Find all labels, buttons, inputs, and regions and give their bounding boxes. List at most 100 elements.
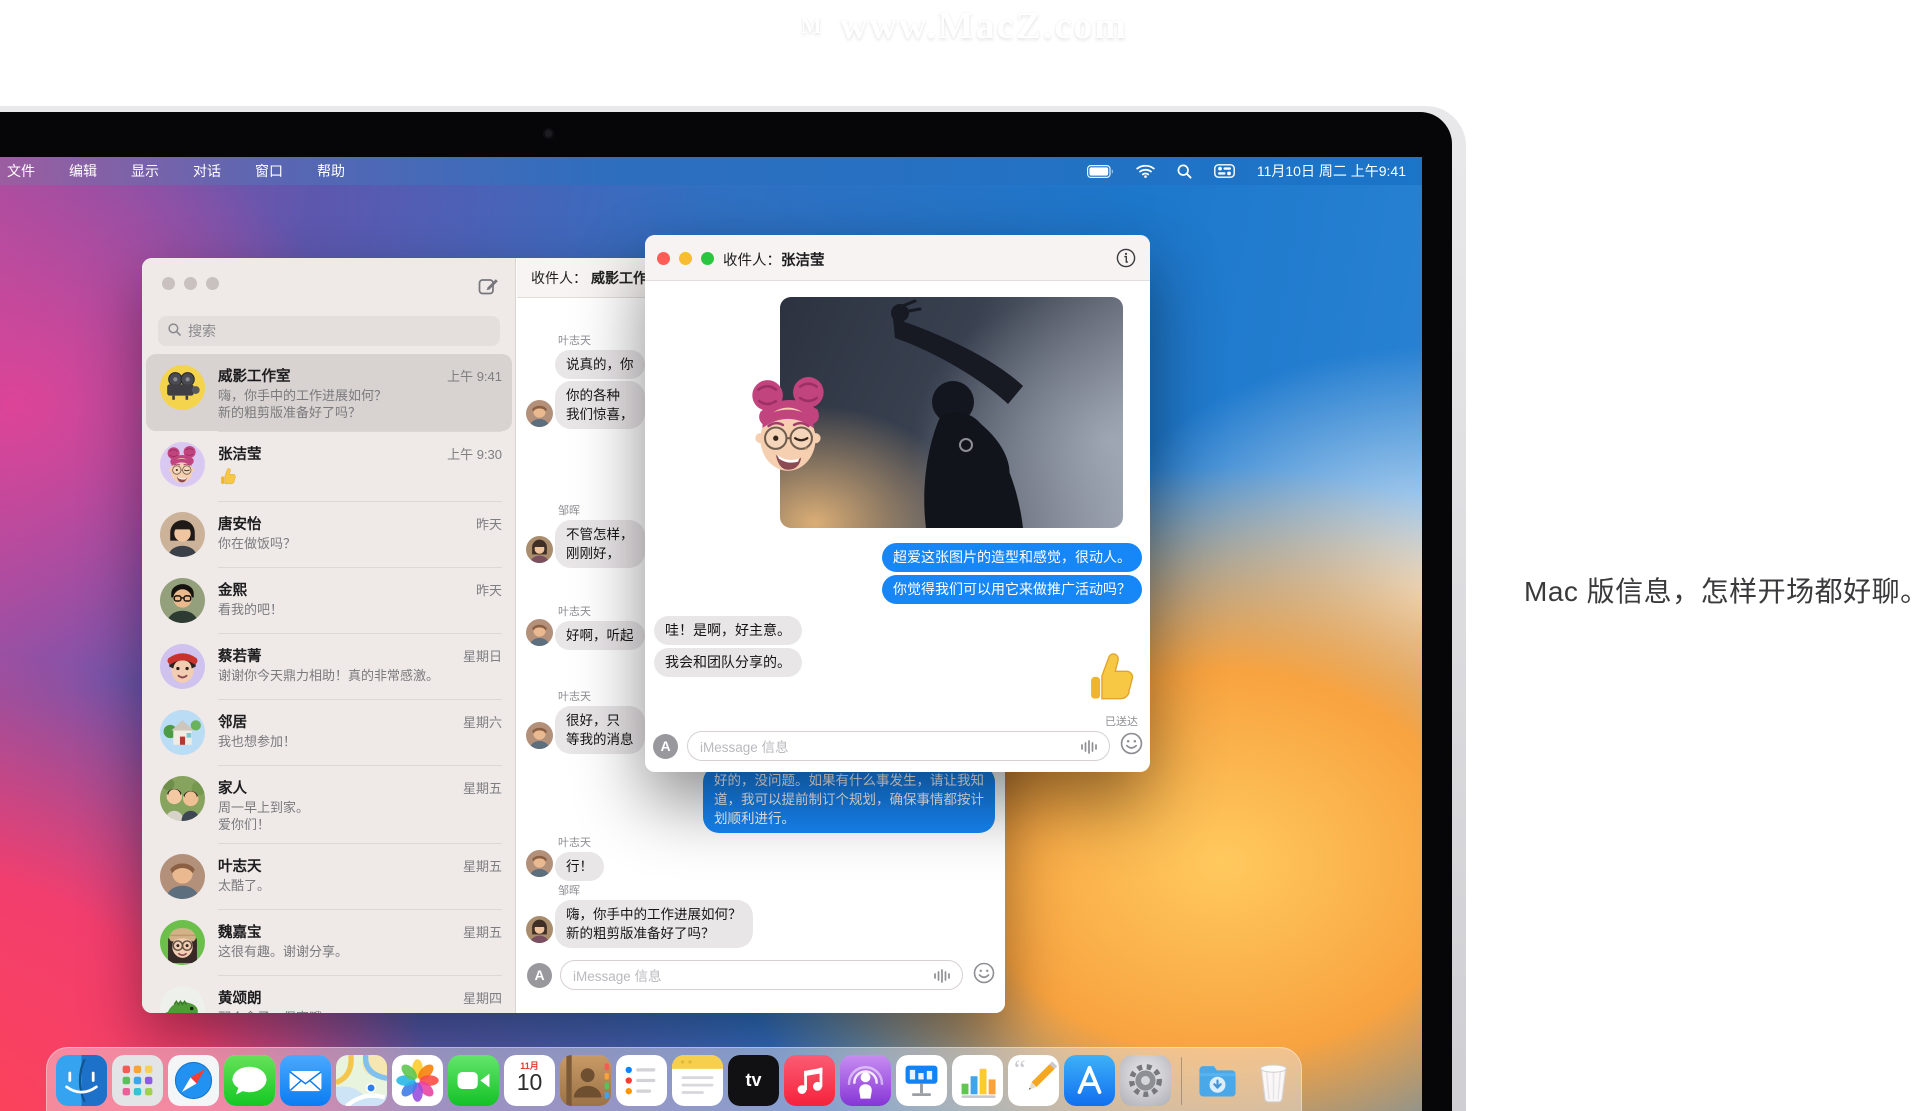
dock: 11月10 tv “ bbox=[46, 1047, 1302, 1111]
conversation-row[interactable]: 家人星期五周一早上到家。 爱你们！ bbox=[146, 765, 512, 843]
dock-item-settings[interactable] bbox=[1120, 1055, 1171, 1106]
watermark: M www.MacZ.com bbox=[0, 4, 1920, 48]
dock-item-contacts[interactable] bbox=[560, 1055, 611, 1106]
dock-item-numbers[interactable] bbox=[952, 1055, 1003, 1106]
message-group: 超爱这张图片的造型和感觉，很动人。 bbox=[882, 543, 1142, 572]
info-button[interactable] bbox=[1116, 248, 1136, 273]
menu-file[interactable]: 文件 bbox=[0, 161, 52, 181]
dock-item-mail[interactable] bbox=[280, 1055, 331, 1106]
dock-item-tv[interactable]: tv bbox=[728, 1055, 779, 1106]
new-message-button[interactable] bbox=[478, 276, 499, 302]
conversation-name: 叶志天 bbox=[218, 855, 262, 876]
dock-item-facetime[interactable] bbox=[448, 1055, 499, 1106]
conversation-text: 邻居星期六我也想参加！ bbox=[218, 699, 502, 755]
photo-man-avatar bbox=[160, 854, 205, 899]
message-group: 我会和团队分享的。 bbox=[654, 648, 802, 677]
avatar bbox=[526, 722, 553, 749]
message-input[interactable]: iMessage 信息 bbox=[687, 731, 1110, 761]
conversation-row[interactable]: 魏嘉宝星期五这很有趣。谢谢分享。 bbox=[146, 909, 512, 975]
conversation-time: 上午 9:41 bbox=[447, 366, 502, 385]
minimize-button[interactable] bbox=[679, 252, 692, 265]
app-store-apps-button[interactable]: A bbox=[653, 734, 678, 759]
compose-chat-window: 收件人：张洁莹 超爱这张图片的造型和感觉，很动人。 你觉得我们可以用它来做推广活… bbox=[645, 235, 1150, 772]
conversation-text: 唐安怡昨天你在做饭吗？ bbox=[218, 501, 502, 557]
conversation-time: 星期四 bbox=[463, 988, 502, 1007]
conversation-row[interactable]: 叶志天星期五太酷了。 bbox=[146, 843, 512, 909]
dock-item-notes[interactable] bbox=[672, 1055, 723, 1106]
sender-label: 叶志天 bbox=[558, 332, 645, 348]
memoji-beret-avatar bbox=[160, 644, 205, 689]
thumbs-up-icon bbox=[218, 465, 502, 491]
photo-attachment[interactable] bbox=[780, 297, 1123, 528]
dock-item-music[interactable] bbox=[784, 1055, 835, 1106]
dock-item-calendar[interactable]: 11月10 bbox=[504, 1055, 555, 1106]
conversation-text: 家人星期五周一早上到家。 爱你们！ bbox=[218, 765, 502, 833]
conversation-row[interactable]: 唐安怡昨天你在做饭吗？ bbox=[146, 501, 512, 567]
menu-edit[interactable]: 编辑 bbox=[52, 161, 114, 181]
zoom-button[interactable] bbox=[206, 277, 219, 290]
close-button[interactable] bbox=[657, 252, 670, 265]
sidebar-toolbar bbox=[142, 258, 515, 316]
dock-item-launchpad[interactable] bbox=[112, 1055, 163, 1106]
conversation-time: 星期五 bbox=[463, 922, 502, 941]
close-button[interactable] bbox=[162, 277, 175, 290]
menu-window[interactable]: 窗口 bbox=[238, 161, 300, 181]
emoji-picker-button[interactable] bbox=[973, 962, 995, 989]
menu-view[interactable]: 显示 bbox=[114, 161, 176, 181]
dock-item-maps[interactable] bbox=[336, 1055, 387, 1106]
input-placeholder: iMessage 信息 bbox=[700, 736, 789, 756]
spotlight-search-icon[interactable] bbox=[1177, 164, 1192, 179]
app-store-apps-button[interactable]: A bbox=[527, 963, 552, 988]
search-field[interactable]: 搜索 bbox=[158, 316, 500, 346]
conversation-row[interactable]: 黄颂朗 星期四那个盒子，保密哦。 bbox=[146, 975, 512, 1013]
conversation-row[interactable]: 张洁莹上午 9:30 bbox=[146, 431, 512, 501]
conversation-preview: 你在做饭吗？ bbox=[218, 535, 502, 552]
menu-bar-clock[interactable]: 11月10日 周二 上午9:41 bbox=[1257, 161, 1406, 181]
dock-item-reminders[interactable] bbox=[616, 1055, 667, 1106]
menu-conversation[interactable]: 对话 bbox=[176, 161, 238, 181]
conversation-name: 黄颂朗 bbox=[218, 987, 262, 1008]
conversation-time: 星期六 bbox=[463, 712, 502, 731]
audio-waveform-icon[interactable] bbox=[933, 968, 950, 987]
dock-item-photos[interactable] bbox=[392, 1055, 443, 1106]
memoji-beanie-avatar bbox=[160, 920, 205, 965]
emoji-picker-button[interactable] bbox=[1120, 732, 1143, 760]
message-bubble: 不管怎样， 刚刚好， bbox=[555, 520, 645, 568]
audio-waveform-icon[interactable] bbox=[1080, 739, 1097, 758]
conversation-preview: 那个盒子，保密哦。 bbox=[218, 1009, 502, 1013]
compose-titlebar: 收件人：张洁莹 bbox=[645, 235, 1150, 281]
dock-item-pages[interactable]: “ bbox=[1008, 1055, 1059, 1106]
zoom-button[interactable] bbox=[701, 252, 714, 265]
search-icon bbox=[168, 323, 181, 339]
dancer-silhouette bbox=[780, 297, 1123, 528]
dock-item-messages[interactable] bbox=[224, 1055, 275, 1106]
conversation-row[interactable]: 蔡若菁星期日谢谢你今天鼎力相助！真的非常感激。 bbox=[146, 633, 512, 699]
dock-item-trash[interactable] bbox=[1248, 1055, 1299, 1106]
dock-item-appstore[interactable] bbox=[1064, 1055, 1115, 1106]
dock-item-downloads[interactable] bbox=[1192, 1055, 1243, 1106]
webcam-icon bbox=[545, 130, 552, 137]
conversation-row[interactable]: 邻居星期六我也想参加！ bbox=[146, 699, 512, 765]
dock-item-podcasts[interactable] bbox=[840, 1055, 891, 1106]
conversation-text: 威影工作室上午 9:41嗨，你手中的工作进展如何？ 新的粗剪版准备好了吗？ bbox=[218, 365, 502, 421]
dock-item-finder[interactable] bbox=[56, 1055, 107, 1106]
message-group: 你觉得我们可以用它来做推广活动吗？ bbox=[882, 575, 1142, 604]
conversation-row[interactable]: 金熙昨天看我的吧！ bbox=[146, 567, 512, 633]
battery-icon[interactable] bbox=[1087, 165, 1114, 178]
marketing-caption: Mac 版信息，怎样开场都好聊。 bbox=[1524, 570, 1920, 610]
menu-help[interactable]: 帮助 bbox=[300, 161, 362, 181]
conversation-row[interactable]: 威影工作室上午 9:41嗨，你手中的工作进展如何？ 新的粗剪版准备好了吗？ bbox=[146, 354, 512, 431]
message-composer: A iMessage 信息 bbox=[527, 960, 995, 990]
desktop-screenshot: M www.MacZ.com Mac 版信息，怎样开场都好聊。 文件编辑显示对话… bbox=[0, 0, 1920, 1111]
message-bubble: 行！ bbox=[555, 852, 604, 881]
message-input[interactable]: iMessage 信息 bbox=[560, 960, 963, 990]
message-group: 叶志天 说真的，你 bbox=[555, 332, 645, 379]
message-bubble: 说真的，你 bbox=[555, 350, 645, 379]
dock-item-safari[interactable] bbox=[168, 1055, 219, 1106]
wifi-icon[interactable] bbox=[1136, 164, 1155, 178]
minimize-button[interactable] bbox=[184, 277, 197, 290]
pages-quote-glyph: “ bbox=[1014, 1055, 1026, 1085]
dock-item-keynote[interactable] bbox=[896, 1055, 947, 1106]
control-center-icon[interactable] bbox=[1214, 164, 1235, 178]
sender-label: 叶志天 bbox=[558, 603, 645, 619]
